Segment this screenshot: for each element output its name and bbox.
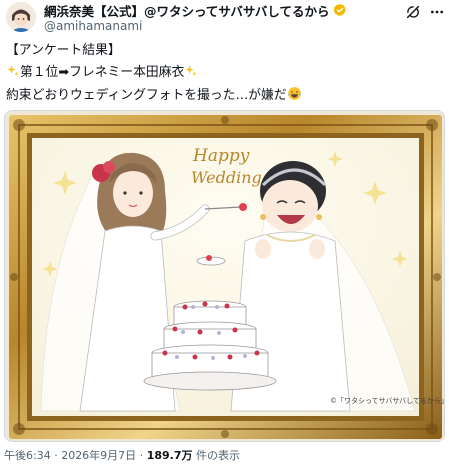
more-icon[interactable]: [428, 3, 446, 21]
post-text-line-2: 第１位➡フレネミー本田麻衣: [6, 64, 198, 84]
post-time[interactable]: 午後6:34 · 2026年9月7日 ·: [4, 449, 147, 462]
post-text-line-1: 【アンケート結果】: [6, 43, 121, 58]
post-meta: 午後6:34 · 2026年9月7日 · 189.7万 件の表示: [4, 447, 240, 463]
laughing-emoji: [287, 86, 302, 107]
views-label: 件の表示: [192, 449, 240, 462]
image-title-line-2: Wedding: [191, 168, 262, 187]
handle[interactable]: @amihamanami: [44, 19, 142, 33]
ranking-text: 第１位➡フレネミー本田麻衣: [20, 65, 185, 80]
view-count: 189.7万: [146, 449, 193, 462]
grok-icon[interactable]: [404, 3, 422, 21]
display-name[interactable]: 網浜奈美【公式】@ワタシってサバサバしてるから: [44, 1, 330, 20]
image-credit: ©「ワタシってサバサバしてるから」: [330, 396, 445, 405]
post-text-line-3: 約束どおりウェディングフォトを撮った…が嫌だ: [6, 86, 302, 107]
sparkles-emoji: [6, 64, 20, 84]
post-image[interactable]: Happy Wedding ©「ワタシってサバサバしてるから」: [4, 110, 445, 442]
caption-text: 約束どおりウェディングフォトを撮った…が嫌だ: [6, 88, 287, 103]
wedding-illustration: Happy Wedding ©「ワタシってサバサバしてるから」: [5, 111, 445, 441]
verified-badge-icon: [332, 3, 347, 17]
avatar[interactable]: [6, 2, 36, 32]
post: 網浜奈美【公式】@ワタシってサバサバしてるから @amihamanami 【アン…: [0, 0, 449, 468]
image-title: Happy: [192, 146, 250, 166]
author-row: 網浜奈美【公式】@ワタシってサバサバしてるから: [44, 1, 347, 20]
sparkles-emoji: [184, 64, 198, 84]
